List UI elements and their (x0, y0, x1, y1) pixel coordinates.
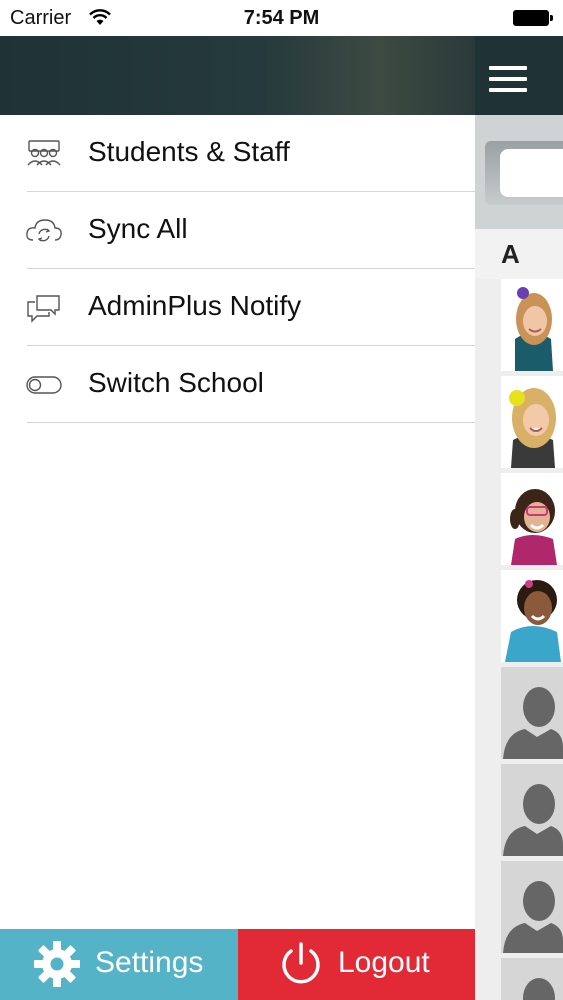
contact-avatar[interactable] (501, 279, 563, 371)
toggle-switch-icon (26, 376, 62, 394)
search-area (475, 115, 563, 229)
settings-label: Settings (95, 946, 204, 979)
contact-avatar[interactable] (501, 473, 563, 565)
menu-item-sync-all[interactable]: Sync All (0, 192, 475, 269)
gear-icon (34, 941, 80, 987)
contact-avatar-placeholder[interactable] (501, 861, 563, 953)
contact-avatar-placeholder[interactable] (501, 958, 563, 1000)
student-photo (501, 279, 563, 371)
student-photo (501, 376, 563, 468)
section-letter: A (501, 239, 520, 269)
contact-avatar-placeholder[interactable] (501, 764, 563, 856)
battery-icon (513, 10, 553, 26)
student-photo (501, 473, 563, 565)
section-header: A (475, 229, 563, 279)
menu-list: Students & Staff Sync All AdminPlus Noti… (0, 115, 475, 423)
menu-item-switch-school[interactable]: Switch School (0, 346, 475, 423)
menu-item-adminplus-notify[interactable]: AdminPlus Notify (0, 269, 475, 346)
status-bar: Carrier 7:54 PM (0, 0, 563, 36)
power-icon (282, 942, 320, 984)
contact-avatar[interactable] (501, 570, 563, 662)
side-menu-drawer: Students & Staff Sync All AdminPlus Noti… (0, 36, 475, 1000)
default-person-icon (501, 958, 563, 1000)
logout-label: Logout (338, 946, 430, 979)
hamburger-menu-icon[interactable] (489, 66, 527, 92)
contact-avatar[interactable] (501, 376, 563, 468)
default-person-icon (501, 861, 563, 953)
contact-list-panel: A (475, 36, 563, 1000)
menu-item-label: Switch School (88, 367, 264, 398)
logout-button[interactable]: Logout (238, 929, 475, 1000)
default-person-icon (501, 764, 563, 856)
search-input[interactable] (500, 149, 563, 197)
contact-avatar-placeholder[interactable] (501, 667, 563, 759)
people-group-icon (27, 140, 61, 166)
cloud-sync-icon (26, 219, 62, 242)
settings-button[interactable]: Settings (0, 929, 238, 1000)
clock: 7:54 PM (243, 7, 320, 29)
default-person-icon (501, 667, 563, 759)
menu-item-label: AdminPlus Notify (88, 290, 302, 321)
list-header (475, 36, 563, 115)
student-photo (501, 570, 563, 662)
menu-item-students-staff[interactable]: Students & Staff (0, 115, 475, 192)
menu-item-label: Students & Staff (88, 136, 290, 167)
drawer-header (0, 36, 475, 115)
divider (27, 422, 475, 423)
menu-item-label: Sync All (88, 213, 188, 244)
chat-bubbles-icon (27, 295, 60, 323)
